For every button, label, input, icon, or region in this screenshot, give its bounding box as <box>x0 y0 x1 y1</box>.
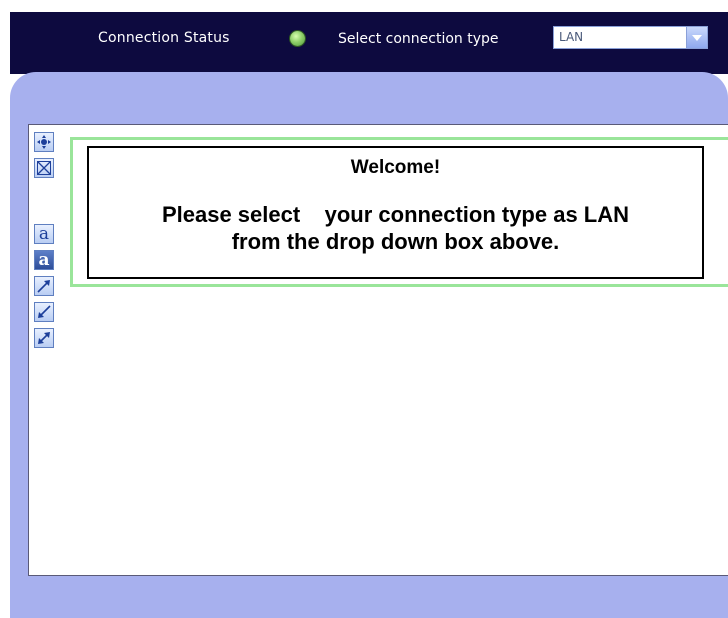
shape-x-icon[interactable] <box>34 158 54 178</box>
text-icon[interactable]: a <box>34 224 54 244</box>
welcome-message-box: Welcome! Please select your connection t… <box>87 146 704 279</box>
arrow-up-right-icon[interactable] <box>34 276 54 296</box>
connection-type-select[interactable]: LAN <box>553 26 708 49</box>
connection-status-label: Connection Status <box>98 30 230 46</box>
top-bar: Connection Status Select connection type… <box>10 12 728 74</box>
welcome-message-line2: from the drop down box above. <box>231 229 560 254</box>
select-connection-type-label: Select connection type <box>338 31 499 47</box>
move-icon[interactable] <box>34 132 54 152</box>
connection-type-select-value: LAN <box>559 30 584 44</box>
chevron-down-icon[interactable] <box>686 27 707 48</box>
text-bold-icon[interactable]: a <box>34 250 54 270</box>
connection-status-indicator-icon <box>290 31 305 46</box>
arrow-both-icon[interactable] <box>34 328 54 348</box>
welcome-title: Welcome! <box>350 157 441 178</box>
welcome-message-line1: Please select your connection type as LA… <box>161 202 630 227</box>
arrow-down-left-icon[interactable] <box>34 302 54 322</box>
tool-palette: a a <box>34 132 58 354</box>
color-palette-icon[interactable] <box>34 184 54 218</box>
welcome-message: Please select your connection type as LA… <box>89 201 702 255</box>
